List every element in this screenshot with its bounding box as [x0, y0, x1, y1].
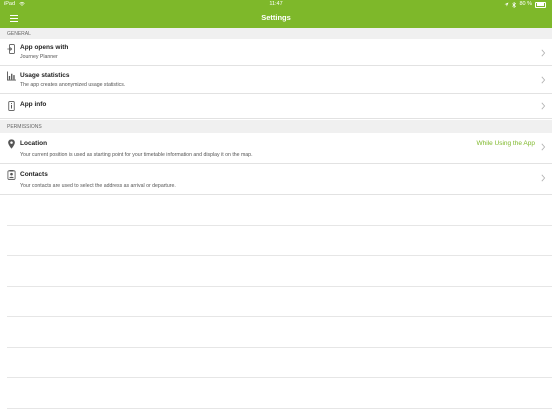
empty-row-separator [7, 255, 552, 256]
app-open-icon [7, 44, 15, 54]
row-label: Location [20, 140, 48, 147]
empty-row-separator [7, 225, 552, 226]
location-pin-icon [8, 139, 15, 149]
app-header: iPad 11:47 80 % Settings [0, 0, 552, 28]
row-subtitle: Your current position is used as startin… [20, 152, 253, 158]
row-app-info[interactable]: App info [0, 94, 552, 119]
empty-row-separator [7, 316, 552, 317]
row-contacts[interactable]: Contacts Your contacts are used to selec… [0, 164, 552, 195]
section-header-general: GENERAL [0, 28, 552, 39]
page-title: Settings [261, 13, 291, 22]
row-label: App info [20, 101, 47, 108]
location-permission-value: While Using the App [476, 140, 535, 147]
row-usage-statistics[interactable]: Usage statistics The app creates anonymi… [0, 66, 552, 94]
row-label: Usage statistics [20, 72, 70, 79]
chevron-right-icon [541, 76, 546, 84]
status-bar: iPad 11:47 80 % [0, 0, 552, 9]
row-subtitle: Journey Planner [20, 54, 58, 60]
empty-row-separator [7, 408, 552, 409]
row-subtitle: Your contacts are used to select the add… [20, 183, 176, 189]
chevron-right-icon [541, 174, 546, 182]
row-label: App opens with [20, 44, 69, 51]
chevron-right-icon [541, 102, 546, 110]
empty-row-separator [7, 347, 552, 348]
bar-chart-icon [7, 71, 16, 81]
chevron-right-icon [541, 49, 546, 57]
info-icon [8, 101, 15, 111]
contacts-icon [7, 170, 16, 180]
bluetooth-icon [512, 1, 517, 8]
row-subtitle: The app creates anonymized usage statist… [20, 82, 126, 88]
battery-icon [535, 1, 546, 8]
location-arrow-icon [504, 2, 509, 7]
chevron-right-icon [541, 143, 546, 151]
row-location[interactable]: Location While Using the App Your curren… [0, 133, 552, 164]
empty-row-separator [7, 377, 552, 378]
status-time: 11:47 [269, 1, 283, 7]
status-right: 80 % [504, 0, 546, 9]
battery-percent: 80 % [519, 1, 532, 7]
row-label: Contacts [20, 171, 48, 178]
nav-bar: Settings [0, 9, 552, 28]
section-header-permissions: PERMISSIONS [0, 120, 552, 133]
empty-row-separator [7, 286, 552, 287]
row-app-opens-with[interactable]: App opens with Journey Planner [0, 39, 552, 66]
